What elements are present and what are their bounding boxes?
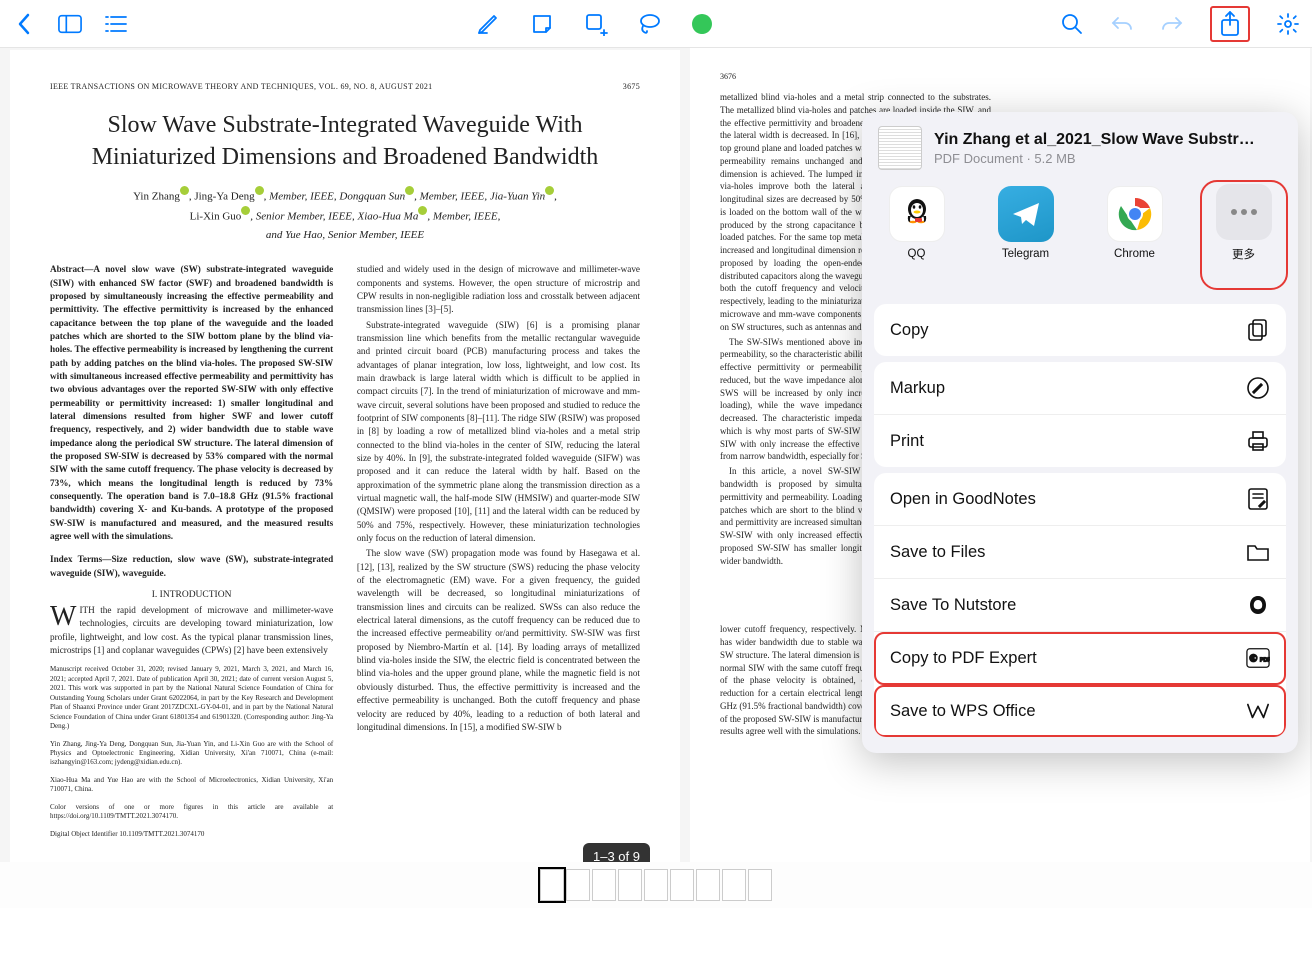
telegram-icon [998,186,1054,242]
pdf-page-1[interactable]: IEEE TRANSACTIONS ON MICROWAVE THEORY AN… [10,50,680,910]
index-terms: Index Terms—Size reduction, slow wave (S… [50,553,333,580]
share-app-qq[interactable]: QQ [877,186,957,286]
page-thumb-4[interactable] [618,869,642,901]
settings-icon[interactable] [1276,12,1300,36]
share-app-chrome[interactable]: Chrome [1095,186,1175,286]
page-thumb-6[interactable] [670,869,694,901]
orcid-icon [545,186,554,195]
page-number: 3676 [720,72,736,81]
body-text: The slow wave (SW) propagation mode was … [357,547,640,734]
page-thumb-7[interactable] [696,869,720,901]
page-thumb-2[interactable] [566,869,590,901]
share-app-more[interactable]: 更多 [1204,184,1284,286]
search-icon[interactable] [1060,12,1084,36]
folder-icon [1246,540,1270,564]
color-swatch-green[interactable] [692,14,712,34]
orcid-icon [255,186,264,195]
copy-icon [1246,318,1270,342]
action-markup[interactable]: Markup [874,362,1286,415]
action-files[interactable]: Save to Files [874,526,1286,579]
lasso-icon[interactable] [638,12,662,36]
app-label: Telegram [1002,248,1049,260]
pen-icon[interactable] [476,12,500,36]
share-actions-group-1: Copy [874,304,1286,356]
page-thumb-5[interactable] [644,869,668,901]
authors: Yin Zhang, Jing-Ya Deng, Member, IEEE, D… [50,186,640,245]
footnote: Color versions of one or more figures in… [50,803,333,822]
app-label: 更多 [1232,246,1255,262]
wps-icon [1246,699,1270,723]
journal-header: IEEE TRANSACTIONS ON MICROWAVE THEORY AN… [50,82,432,91]
page-thumb-9[interactable] [748,869,772,901]
footnote: Digital Object Identifier 10.1109/TMTT.2… [50,830,333,839]
share-icon[interactable] [1218,12,1242,36]
pdf-expert-icon: PDF [1246,646,1270,670]
paper-title: Slow Wave Substrate-Integrated Waveguide… [50,109,640,174]
crop-add-icon[interactable] [584,12,608,36]
redo-icon[interactable] [1160,12,1184,36]
action-goodnotes[interactable]: Open in GoodNotes [874,473,1286,526]
intro-paragraph: WITH the rapid development of microwave … [50,604,333,657]
footnote: Yin Zhang, Jing-Ya Deng, Dongquan Sun, J… [50,740,333,768]
footnote: Manuscript received October 31, 2020; re… [50,665,333,731]
action-wps[interactable]: Save to WPS Office [874,685,1286,737]
body-text: studied and widely used in the design of… [357,263,640,316]
page-thumb-1[interactable] [540,869,564,901]
share-file-title: Yin Zhang et al_2021_Slow Wave Substr… [934,131,1255,149]
share-actions-group-2: Markup Print [874,362,1286,467]
toolbar [0,0,1312,48]
section-heading: I. INTRODUCTION [50,590,333,600]
page-thumb-3[interactable] [592,869,616,901]
action-copy[interactable]: Copy [874,304,1286,356]
sidebar-toggle-icon[interactable] [58,12,82,36]
undo-icon[interactable] [1110,12,1134,36]
footnote: Xiao-Hua Ma and Yue Hao are with the Sch… [50,776,333,795]
share-button-highlight [1210,6,1250,42]
page-number: 3675 [623,82,640,91]
abstract: Abstract—A novel slow wave (SW) substrat… [50,263,333,543]
goodnotes-icon [1246,487,1270,511]
file-thumbnail [878,126,922,170]
qq-icon [889,186,945,242]
orcid-icon [241,206,250,215]
app-label: QQ [908,248,926,260]
app-label: Chrome [1114,248,1155,260]
orcid-icon [405,186,414,195]
orcid-icon [180,186,189,195]
thumbnail-bar [0,862,1312,908]
action-pdf-expert[interactable]: Copy to PDF ExpertPDF [874,632,1286,685]
action-print[interactable]: Print [874,415,1286,467]
share-header: Yin Zhang et al_2021_Slow Wave Substr… P… [862,112,1298,184]
share-file-subtitle: PDF Document · 5.2 MB [934,151,1255,166]
page-thumb-8[interactable] [722,869,746,901]
print-icon [1246,429,1270,453]
body-text: Substrate-integrated waveguide (SIW) [6]… [357,319,640,546]
more-icon [1216,184,1272,240]
share-actions-group-3: Open in GoodNotes Save to Files Save To … [874,473,1286,737]
markup-icon [1246,376,1270,400]
chrome-icon [1107,186,1163,242]
share-sheet: Yin Zhang et al_2021_Slow Wave Substr… P… [862,112,1298,753]
note-icon[interactable] [530,12,554,36]
orcid-icon [418,206,427,215]
nutstore-icon [1246,593,1270,617]
back-button[interactable] [12,12,36,36]
outline-icon[interactable] [104,12,128,36]
document-viewport: IEEE TRANSACTIONS ON MICROWAVE THEORY AN… [0,48,1312,908]
svg-text:PDF: PDF [1260,658,1270,664]
action-nutstore[interactable]: Save To Nutstore [874,579,1286,632]
share-app-telegram[interactable]: Telegram [986,186,1066,286]
share-app-row: QQ Telegram Chrome 更多 [862,184,1298,298]
